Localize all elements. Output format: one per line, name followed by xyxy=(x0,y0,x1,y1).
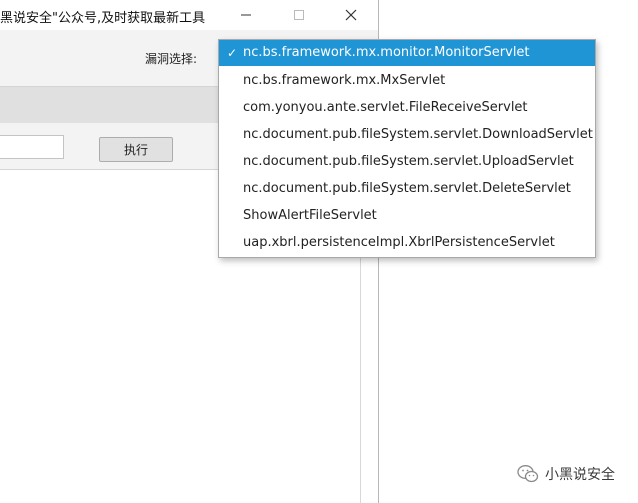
title-bar[interactable]: 黑说安全"公众号,及时获取最新工具 xyxy=(0,0,378,30)
dropdown-option-show-alert-file-servlet[interactable]: ShowAlertFileServlet xyxy=(219,202,595,229)
minimize-icon xyxy=(241,14,251,16)
window-title: 黑说安全"公众号,及时获取最新工具 xyxy=(0,11,206,26)
check-icon: ✓ xyxy=(227,46,238,60)
dropdown-option-upload-servlet[interactable]: nc.document.pub.fileSystem.servlet.Uploa… xyxy=(219,148,595,175)
watermark-text: 小黑说安全 xyxy=(545,467,615,483)
watermark: 小黑说安全 xyxy=(517,463,615,485)
close-icon xyxy=(345,9,357,21)
option-label: uap.xbrl.persistenceImpl.XbrlPersistence… xyxy=(243,235,555,250)
option-label: nc.document.pub.fileSystem.servlet.Delet… xyxy=(243,181,571,196)
dropdown-option-mx-servlet[interactable]: nc.bs.framework.mx.MxServlet xyxy=(219,67,595,94)
close-button[interactable] xyxy=(328,0,374,30)
maximize-icon xyxy=(294,10,304,20)
option-label: nc.document.pub.fileSystem.servlet.Uploa… xyxy=(243,154,574,169)
option-label: ShowAlertFileServlet xyxy=(243,208,377,223)
url-input[interactable] xyxy=(0,135,64,159)
option-label: nc.bs.framework.mx.MxServlet xyxy=(243,73,446,88)
wechat-icon xyxy=(517,464,539,484)
dropdown-option-monitor-servlet[interactable]: ✓ nc.bs.framework.mx.monitor.MonitorServ… xyxy=(219,40,595,66)
maximize-button[interactable] xyxy=(276,0,322,30)
option-label: com.yonyou.ante.servlet.FileReceiveServl… xyxy=(243,100,528,115)
vuln-select-label: 漏洞选择: xyxy=(145,52,198,66)
option-label: nc.document.pub.fileSystem.servlet.Downl… xyxy=(243,127,593,142)
dropdown-option-download-servlet[interactable]: nc.document.pub.fileSystem.servlet.Downl… xyxy=(219,121,595,148)
dropdown-option-file-receive-servlet[interactable]: com.yonyou.ante.servlet.FileReceiveServl… xyxy=(219,94,595,121)
dropdown-option-xbrl-persistence-servlet[interactable]: uap.xbrl.persistenceImpl.XbrlPersistence… xyxy=(219,229,595,256)
minimize-button[interactable] xyxy=(223,0,269,30)
execute-button[interactable]: 执行 xyxy=(99,137,173,162)
dropdown-option-delete-servlet[interactable]: nc.document.pub.fileSystem.servlet.Delet… xyxy=(219,175,595,202)
option-label: nc.bs.framework.mx.monitor.MonitorServle… xyxy=(243,45,530,60)
vuln-dropdown-list[interactable]: ✓ nc.bs.framework.mx.monitor.MonitorServ… xyxy=(218,39,596,258)
